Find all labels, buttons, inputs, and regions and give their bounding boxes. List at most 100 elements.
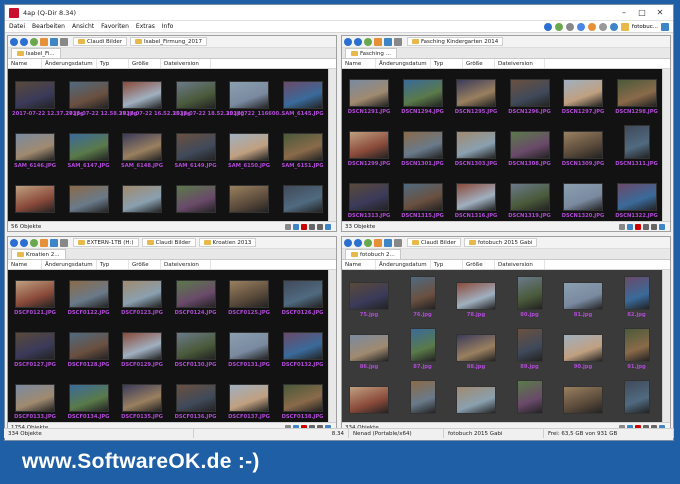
image-thumbnail[interactable]: [15, 280, 55, 308]
back-icon[interactable]: [10, 37, 18, 46]
image-thumbnail[interactable]: [563, 183, 603, 211]
forward-icon[interactable]: [354, 238, 362, 247]
image-thumbnail[interactable]: [509, 183, 550, 211]
vertical-scrollbar[interactable]: [662, 270, 670, 422]
image-thumbnail[interactable]: [623, 380, 650, 414]
column-0[interactable]: Name: [8, 59, 42, 68]
image-thumbnail[interactable]: [616, 183, 657, 211]
image-thumbnail[interactable]: [122, 384, 162, 412]
image-thumbnail[interactable]: [229, 185, 269, 213]
back-icon[interactable]: [344, 238, 352, 247]
image-thumbnail[interactable]: [516, 328, 543, 362]
image-thumbnail[interactable]: [282, 185, 323, 213]
image-thumbnail[interactable]: [15, 185, 55, 213]
column-3[interactable]: Größe: [463, 260, 495, 269]
panel-icon[interactable]: [659, 223, 665, 230]
favorites-icon[interactable]: [374, 238, 382, 247]
image-thumbnail[interactable]: [282, 332, 323, 360]
column-0[interactable]: Name: [342, 260, 376, 269]
image-thumbnail[interactable]: [175, 332, 216, 360]
breadcrumb-item[interactable]: Isabel_Firmung_2017: [129, 37, 208, 46]
thumbnail-grid[interactable]: DSCF0121.JPG DSCF0122.JPG DSCF0123.JPG DSCF…: [8, 270, 328, 422]
image-thumbnail[interactable]: [175, 185, 216, 213]
split-icon[interactable]: [576, 23, 585, 31]
image-thumbnail[interactable]: [623, 125, 650, 159]
image-thumbnail[interactable]: [122, 280, 162, 308]
menu-favoriten[interactable]: Favoriten: [101, 23, 129, 30]
column-1[interactable]: Änderungsdatum: [376, 59, 431, 68]
cut-icon[interactable]: [309, 223, 315, 230]
delete-icon[interactable]: [301, 223, 307, 230]
thumbnail-grid[interactable]: 75.jpg 76.jpg 78.jpg 80.jpg 81.jpg 82.jpg 86.j…: [342, 270, 662, 422]
view-icon[interactable]: [50, 37, 58, 46]
forward-icon[interactable]: [20, 37, 28, 46]
more-icon[interactable]: [394, 37, 402, 46]
image-thumbnail[interactable]: [516, 380, 543, 414]
menu-ansicht[interactable]: Ansicht: [72, 23, 94, 30]
image-thumbnail[interactable]: [456, 386, 496, 414]
more-icon[interactable]: [394, 238, 402, 247]
image-thumbnail[interactable]: [563, 334, 603, 362]
image-thumbnail[interactable]: [229, 81, 269, 109]
image-thumbnail[interactable]: [15, 384, 55, 412]
more-icon[interactable]: [60, 37, 68, 46]
filter-icon[interactable]: [619, 223, 625, 230]
image-thumbnail[interactable]: [282, 81, 323, 109]
image-thumbnail[interactable]: [456, 131, 496, 159]
image-thumbnail[interactable]: [175, 280, 216, 308]
image-thumbnail[interactable]: [402, 131, 443, 159]
image-thumbnail[interactable]: [229, 133, 269, 161]
thumbnail-grid[interactable]: DSCN1291.JPG DSCN1294.JPG DSCN1295.JPG DSCN…: [342, 69, 662, 221]
vertical-scrollbar[interactable]: [328, 270, 336, 422]
image-thumbnail[interactable]: [282, 280, 323, 308]
filter-icon[interactable]: [285, 223, 291, 230]
image-thumbnail[interactable]: [229, 384, 269, 412]
image-thumbnail[interactable]: [349, 183, 389, 211]
globe-icon[interactable]: [543, 23, 552, 31]
current-folder-label[interactable]: fotobuc...: [632, 24, 658, 30]
column-0[interactable]: Name: [342, 59, 376, 68]
image-thumbnail[interactable]: [456, 334, 496, 362]
column-1[interactable]: Änderungsdatum: [376, 260, 431, 269]
image-thumbnail[interactable]: [15, 332, 55, 360]
column-1[interactable]: Änderungsdatum: [42, 59, 97, 68]
back-icon[interactable]: [10, 238, 18, 247]
image-thumbnail[interactable]: [409, 328, 436, 362]
column-3[interactable]: Größe: [463, 59, 495, 68]
grid-icon[interactable]: [565, 23, 574, 31]
image-thumbnail[interactable]: [563, 386, 603, 414]
image-thumbnail[interactable]: [516, 276, 543, 310]
close-button[interactable]: ✕: [651, 6, 669, 20]
column-3[interactable]: Größe: [129, 260, 161, 269]
breadcrumb-item[interactable]: Kroatien 2013: [198, 238, 257, 247]
breadcrumb-item[interactable]: Fasching Kindergarten 2014: [407, 37, 504, 46]
favorites-icon[interactable]: [40, 37, 48, 46]
folder-tab[interactable]: fotobuch 2...: [345, 249, 401, 259]
image-thumbnail[interactable]: [402, 79, 443, 107]
breadcrumb-item[interactable]: fotobuch 2015 Gabi: [463, 238, 538, 247]
image-thumbnail[interactable]: [349, 131, 389, 159]
up-icon[interactable]: [364, 238, 372, 247]
column-0[interactable]: Name: [8, 260, 42, 269]
image-thumbnail[interactable]: [15, 133, 55, 161]
image-thumbnail[interactable]: [456, 79, 496, 107]
more-icon[interactable]: [60, 238, 68, 247]
back-icon[interactable]: [344, 37, 352, 46]
forward-icon[interactable]: [20, 238, 28, 247]
image-thumbnail[interactable]: [623, 276, 650, 310]
image-thumbnail[interactable]: [563, 79, 603, 107]
breadcrumb-item[interactable]: Claudi Bilder: [407, 238, 461, 247]
image-thumbnail[interactable]: [175, 133, 216, 161]
vertical-scrollbar[interactable]: [662, 69, 670, 221]
image-thumbnail[interactable]: [616, 79, 657, 107]
folder-tab[interactable]: Kroatien 2...: [11, 249, 66, 259]
menu-datei[interactable]: Datei: [9, 23, 25, 30]
image-thumbnail[interactable]: [563, 282, 603, 310]
up-icon[interactable]: [364, 37, 372, 46]
image-thumbnail[interactable]: [349, 79, 389, 107]
image-thumbnail[interactable]: [229, 332, 269, 360]
paste-icon[interactable]: [651, 223, 657, 230]
menu-extras[interactable]: Extras: [136, 23, 155, 30]
minimize-button[interactable]: –: [615, 6, 633, 20]
image-thumbnail[interactable]: [122, 133, 162, 161]
